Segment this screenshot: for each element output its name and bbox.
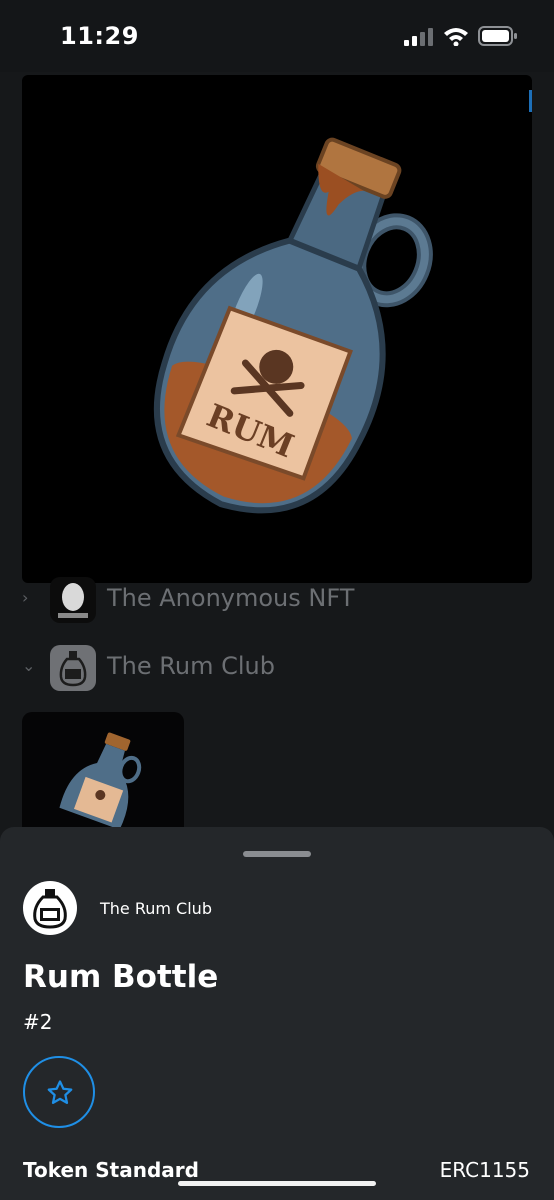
rum-bottle-illustration: RUM: [153, 137, 433, 514]
nft-hero-image[interactable]: RUM: [22, 75, 532, 583]
token-standard-label: Token Standard: [23, 1158, 199, 1182]
nft-detail-sheet: The Rum Club Rum Bottle #2 Token Standar…: [0, 827, 554, 1200]
rum-bottle-logo: [50, 645, 96, 691]
favorite-button[interactable]: [23, 1056, 95, 1128]
scroll-indicator: [529, 90, 532, 112]
collection-row-label: The Anonymous NFT: [107, 584, 355, 612]
nft-card-thumbnail[interactable]: [22, 712, 184, 842]
anonymous-mask-logo: [50, 577, 96, 623]
chevron-down-icon: ⌄: [22, 656, 36, 675]
nft-token-id: #2: [23, 1010, 53, 1034]
collection-name[interactable]: The Rum Club: [100, 899, 212, 918]
collection-row-rum-club[interactable]: ⌄ The Rum Club: [0, 642, 554, 694]
star-icon: [47, 1080, 73, 1104]
nft-title: Rum Bottle: [23, 959, 219, 995]
chevron-right-icon: ›: [22, 588, 29, 607]
status-bar: 11:29: [0, 0, 554, 72]
status-time: 11:29: [60, 22, 139, 50]
collection-avatar[interactable]: [23, 881, 77, 935]
home-indicator[interactable]: [178, 1181, 376, 1186]
wifi-icon: [444, 28, 468, 46]
battery-icon: [478, 26, 517, 46]
sheet-grabber-handle[interactable]: [243, 851, 311, 857]
signal-icon: [404, 28, 433, 46]
collection-row-label: The Rum Club: [107, 652, 275, 680]
token-standard-value: ERC1155: [439, 1158, 530, 1182]
collection-row-anonymous[interactable]: › The Anonymous NFT: [0, 574, 554, 626]
